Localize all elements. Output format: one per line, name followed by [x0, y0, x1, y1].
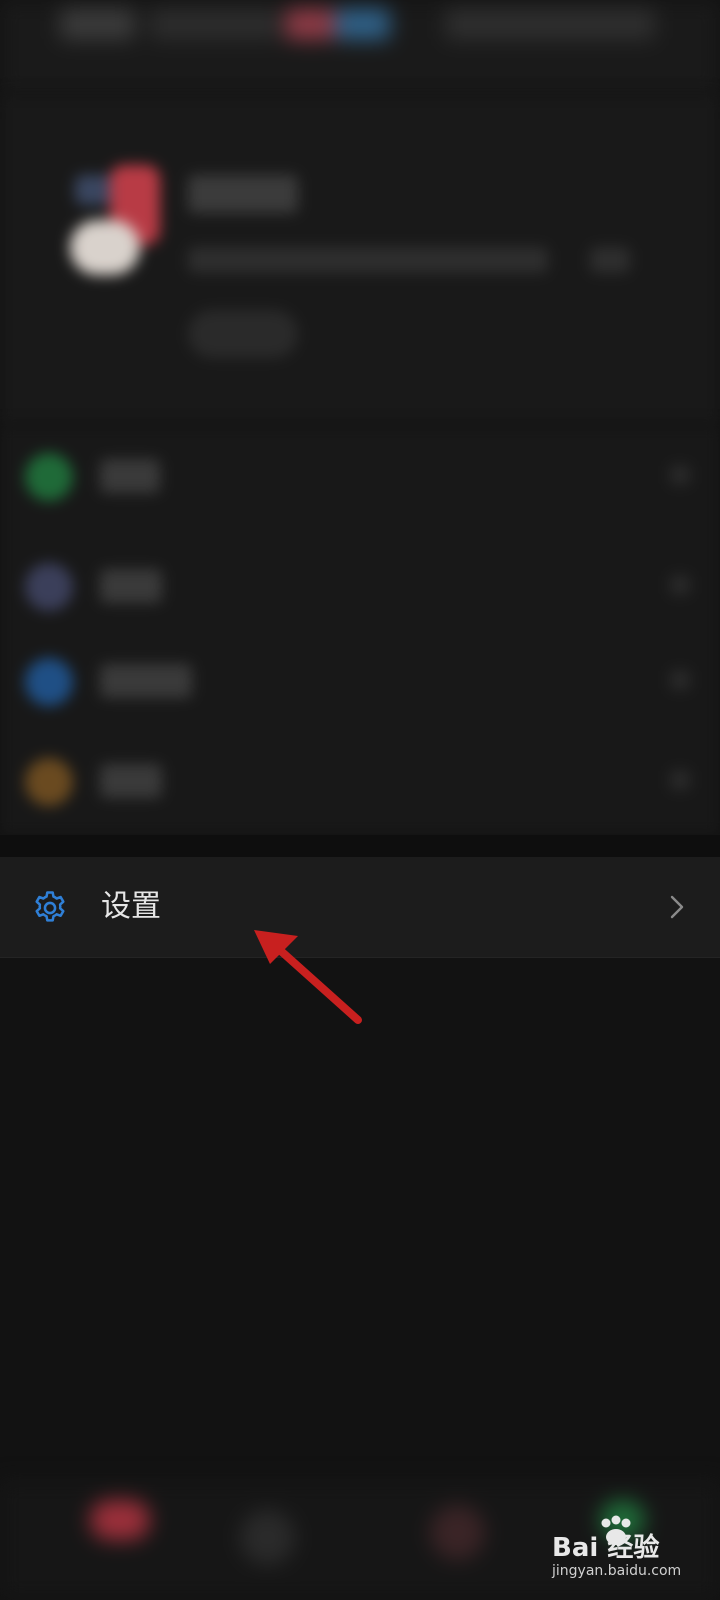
menu-list: [0, 425, 720, 835]
list-item[interactable]: [0, 630, 720, 730]
watermark-brand: Bai 经验: [552, 1533, 660, 1563]
list-item[interactable]: [0, 425, 720, 525]
nav-item[interactable]: [430, 1505, 485, 1560]
profile-section[interactable]: [0, 95, 720, 425]
gear-icon: [35, 891, 65, 922]
banner-item: [335, 8, 390, 40]
banner-item: [60, 8, 135, 40]
banner-item: [285, 8, 335, 40]
list-item[interactable]: [0, 730, 720, 830]
profile-name: [188, 175, 298, 213]
banner-item: [150, 8, 280, 40]
banner-item: [445, 8, 655, 40]
settings-label: 设置: [101, 889, 161, 924]
profile-subtitle: [188, 247, 548, 273]
avatar[interactable]: [70, 165, 166, 275]
watermark: Bai 经验 jingyan.baidu.com: [540, 1515, 710, 1595]
nav-item[interactable]: [240, 1510, 295, 1565]
annotation-arrow-icon: [254, 930, 362, 1024]
list-item[interactable]: [0, 535, 720, 635]
profile-button[interactable]: [188, 310, 298, 358]
watermark-url: jingyan.baidu.com: [552, 1563, 682, 1579]
section-divider: [0, 835, 720, 857]
top-banner: [0, 0, 720, 95]
profile-chevron: [590, 247, 630, 273]
chevron-right-icon: [670, 895, 684, 919]
nav-item[interactable]: [90, 1500, 150, 1540]
